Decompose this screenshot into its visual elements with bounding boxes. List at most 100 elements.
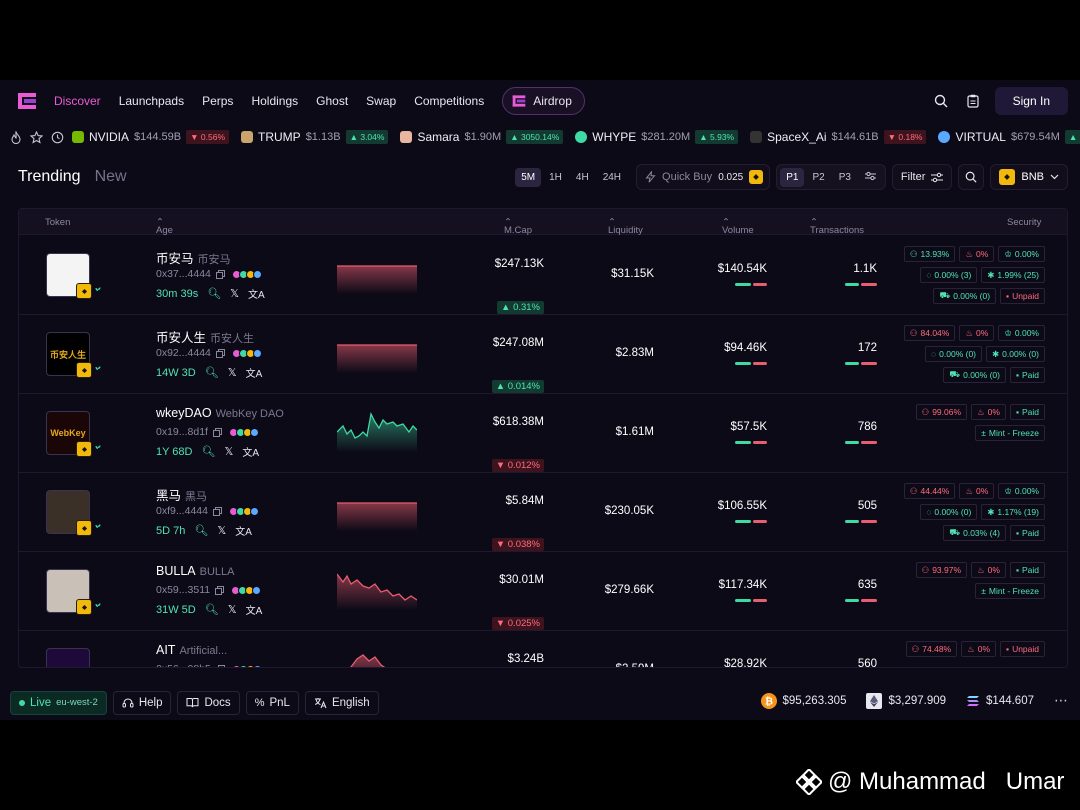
copy-icon[interactable] — [215, 664, 225, 669]
live-status-badge[interactable]: Live eu-west-2 — [10, 690, 107, 715]
chain-selector[interactable]: BNB — [990, 164, 1068, 190]
preset-p1[interactable]: P1 — [780, 167, 805, 187]
security-pill: ✱ 1.99% (25) — [981, 267, 1045, 283]
more-icon[interactable]: ⋯ — [1054, 692, 1068, 709]
security-row: ◌ 0.00% (0) ✱ 1.17% (19) — [875, 504, 1045, 520]
token-address[interactable]: 0x19...8d1f — [156, 426, 259, 438]
fire-icon[interactable] — [10, 130, 22, 144]
airdrop-logo-icon — [512, 95, 526, 107]
preset-p3[interactable]: P3 — [833, 168, 857, 187]
x-icon[interactable]: 𝕏 — [217, 524, 226, 537]
token-name[interactable]: wkeyDAO WebKey DAO — [156, 406, 284, 420]
x-icon[interactable]: 𝕏 — [228, 366, 237, 379]
timeframe-1h[interactable]: 1H — [543, 168, 568, 187]
table-row[interactable]: WebKey wkeyDAO WebKey DAO 0x19...8d1f 1Y 68D… — [19, 394, 1067, 473]
token-avatar[interactable] — [46, 648, 90, 667]
token-address[interactable]: 0x92...4444 — [156, 347, 262, 359]
token-address[interactable]: 0xf9...4444 — [156, 505, 259, 517]
translate-icon[interactable]: 文A — [248, 286, 265, 301]
x-icon[interactable]: 𝕏 — [224, 445, 233, 458]
copy-icon[interactable] — [212, 506, 222, 516]
nav-perps[interactable]: Perps — [202, 94, 233, 108]
nav-holdings[interactable]: Holdings — [251, 94, 298, 108]
transactions: 505 — [799, 500, 877, 523]
ticker-item[interactable]: Samara $1.90M ▲ 3050.14% — [400, 130, 564, 144]
translate-icon[interactable]: 文A — [246, 365, 263, 380]
copy-icon[interactable] — [212, 427, 222, 437]
token-address[interactable]: 0x59...3511 — [156, 584, 262, 596]
ticker-item[interactable]: NVIDIA $144.59B ▼ 0.56% — [72, 130, 230, 144]
clipboard-icon[interactable] — [963, 91, 983, 111]
token-name[interactable]: 币安人生 币安人生 — [156, 327, 254, 346]
nav-competitions[interactable]: Competitions — [414, 94, 484, 108]
ticker-item[interactable]: SpaceX_Ai $144.61B ▼ 0.18% — [750, 130, 927, 144]
security-pill: ⚇ 74.48% — [905, 641, 958, 657]
nav-discover[interactable]: Discover — [54, 94, 101, 108]
translate-icon[interactable]: 文A — [242, 444, 259, 459]
nav-launchpads[interactable]: Launchpads — [119, 94, 184, 108]
header-mcap[interactable]: M.Cap ⌃ — [504, 217, 532, 236]
language-button[interactable]: English — [304, 690, 379, 715]
nav-ghost[interactable]: Ghost — [316, 94, 348, 108]
help-button[interactable]: Help — [112, 690, 172, 715]
star-icon[interactable] — [30, 130, 43, 144]
buy-sell-bar — [735, 441, 767, 445]
table-row[interactable]: 币安马 币安马 0x37...4444 30m 39s 🔍︎ 𝕏 文A $247.13K ▲ 0… — [19, 236, 1067, 315]
table-search-button[interactable] — [958, 164, 985, 190]
token-address[interactable]: 0x56...08b5 — [156, 663, 262, 669]
ticker-item[interactable]: WHYPE $281.20M ▲ 5.93% — [575, 130, 739, 144]
timeframe-24h[interactable]: 24H — [597, 168, 627, 187]
table-row[interactable]: AITArtificial... 0x56...08b5 $3.24B $2.59M $… — [19, 631, 1067, 669]
preset-settings-icon[interactable] — [859, 167, 882, 188]
translate-icon[interactable]: 文A — [246, 602, 263, 617]
table-row[interactable]: BULLA BULLA 0x59...3511 31W 5D 🔍︎ 𝕏 文A $30.01M ▼… — [19, 552, 1067, 631]
clock-icon[interactable] — [51, 131, 64, 144]
translate-icon[interactable]: 文A — [235, 523, 252, 538]
chef-icon: ♔ — [1004, 485, 1012, 496]
copy-icon[interactable] — [215, 585, 225, 595]
copy-icon[interactable] — [215, 269, 225, 279]
x-icon[interactable]: 𝕏 — [230, 287, 239, 300]
table-row[interactable]: 币安人生 币安人生 币安人生 0x92...4444 14W 3D 🔍︎ 𝕏 文A $247.0… — [19, 315, 1067, 394]
timeframe-selector: 5M 1H 4H 24H — [512, 164, 630, 190]
copy-icon[interactable] — [215, 348, 225, 358]
ticker-name: TRUMP — [258, 130, 301, 144]
security-pill: ⛟ 0.00% (0) — [933, 288, 997, 304]
token-address[interactable]: 0x37...4444 — [156, 268, 262, 280]
search-icon[interactable]: 🔍︎ — [202, 445, 216, 458]
header-transactions[interactable]: Transactions ⌃ — [810, 217, 864, 236]
token-name[interactable]: 黑马 黑马 — [156, 485, 207, 504]
timeframe-5m[interactable]: 5M — [515, 167, 542, 187]
tab-new[interactable]: New — [95, 168, 127, 186]
token-name[interactable]: 币安马 币安马 — [156, 248, 231, 267]
docs-button[interactable]: Docs — [177, 690, 240, 715]
ticker-item[interactable]: TRUMP $1.13B ▲ 3.04% — [241, 130, 389, 144]
app-logo-icon[interactable] — [16, 91, 38, 111]
translate-icon — [314, 697, 327, 708]
bnb-chain-badge-icon — [76, 283, 92, 299]
tab-trending[interactable]: Trending — [18, 168, 81, 186]
token-name[interactable]: AIT Artificial... — [156, 643, 227, 657]
search-icon[interactable]: 🔍︎ — [207, 287, 221, 300]
search-icon[interactable]: 🔍︎ — [205, 366, 219, 379]
nav-swap[interactable]: Swap — [366, 94, 396, 108]
pnl-button[interactable]: % PnL — [245, 690, 299, 715]
ticker-item[interactable]: VIRTUAL $679.54M ▲ 3. — [938, 130, 1080, 144]
airdrop-button[interactable]: Airdrop — [502, 87, 585, 115]
table-row[interactable]: 黑马 黑马 0xf9...4444 5D 7h 🔍︎ 𝕏 文A $5.84M ▼ 0.038% $… — [19, 473, 1067, 552]
x-icon[interactable]: 𝕏 — [228, 603, 237, 616]
header-age[interactable]: Age ⌃ — [156, 217, 173, 236]
preset-p2[interactable]: P2 — [806, 168, 830, 187]
header-volume[interactable]: Volume ⌃ — [722, 217, 754, 236]
search-icon[interactable] — [931, 91, 951, 111]
header-liquidity[interactable]: Liquidity ⌃ — [608, 217, 643, 236]
timeframe-4h[interactable]: 4H — [570, 168, 595, 187]
search-icon[interactable]: 🔍︎ — [205, 603, 219, 616]
quick-buy-field[interactable]: Quick Buy 0.025 — [636, 164, 771, 190]
token-name[interactable]: BULLA BULLA — [156, 564, 234, 578]
sign-in-button[interactable]: Sign In — [994, 87, 1068, 115]
search-icon[interactable]: 🔍︎ — [194, 524, 208, 537]
ticker-value: $1.90M — [464, 131, 502, 143]
market-cap-change: ▼ 0.038% — [491, 538, 544, 551]
filter-button[interactable]: Filter — [891, 164, 953, 190]
